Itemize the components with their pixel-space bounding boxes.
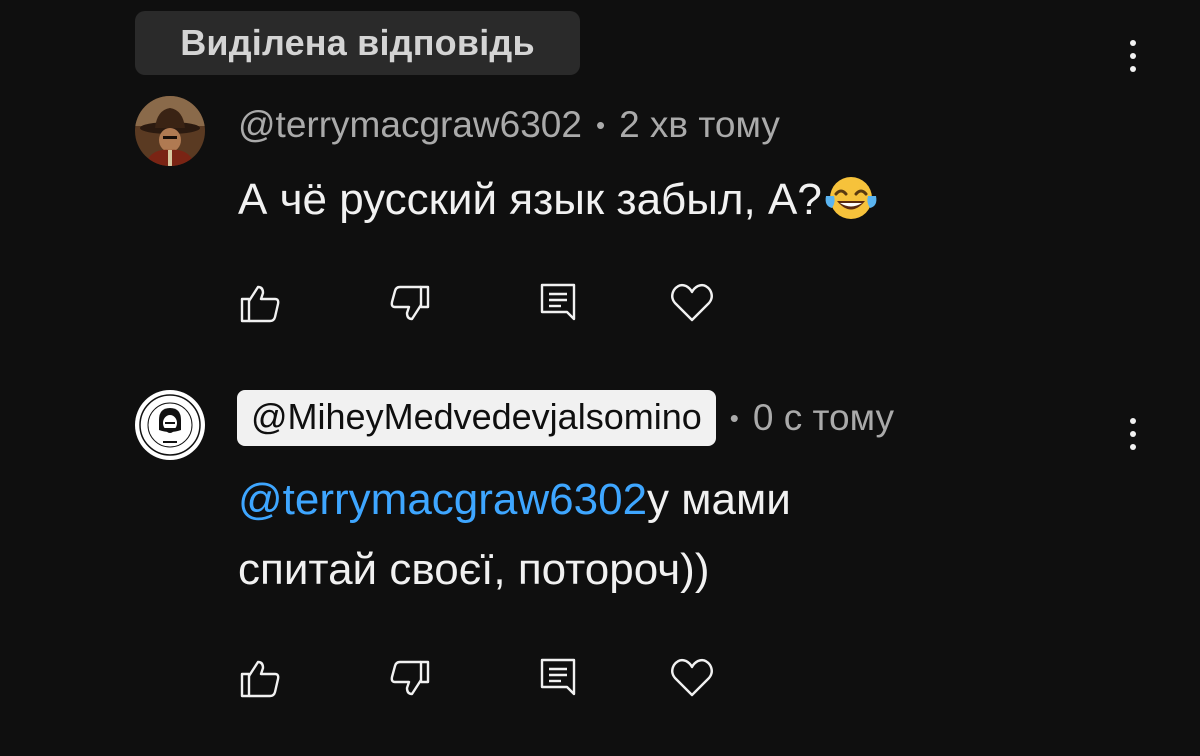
more-options-button[interactable] [1118,34,1148,78]
comment-text: А чё русский язык забыл, А? [238,175,822,224]
heart-button[interactable] [668,654,716,702]
like-button[interactable] [236,654,284,702]
channel-logo-image [136,391,204,459]
dislike-button[interactable] [386,279,434,327]
reply-button[interactable] [536,279,584,327]
reply-button[interactable] [536,654,584,702]
more-vertical-icon [1130,418,1136,424]
comment-timestamp[interactable]: 2 хв тому [619,104,780,146]
comment-actions [236,279,736,329]
separator-dot: • [729,402,739,433]
heart-icon [671,283,713,322]
reply-comment-icon [540,283,576,321]
comment-actions [236,654,736,704]
reply-comment-icon [540,658,576,696]
thumbs-up-icon [240,285,280,323]
more-vertical-icon [1130,40,1136,46]
like-button[interactable] [236,279,284,327]
comment-timestamp[interactable]: 0 с тому [753,397,894,439]
highlighted-reply-label: Виділена відповідь [135,11,580,75]
mention-link[interactable]: @terrymacgraw6302 [238,475,647,524]
separator-dot: • [595,109,606,140]
heart-icon [671,658,713,697]
heart-button[interactable] [668,279,716,327]
comment-author[interactable]: @terrymacgraw6302 [238,104,582,146]
avatar[interactable] [135,96,205,166]
comment-body: А чё русский язык забыл, А? [238,165,880,235]
comment-text: спитай своєї, потороч)) [238,545,710,594]
dislike-button[interactable] [386,654,434,702]
face-with-tears-of-joy-icon [822,172,880,222]
comment-author-owner-badge[interactable]: @MiheyMedvedevjalsomino [237,390,716,446]
comment-body: @terrymacgraw6302у мами спитай своєї, по… [238,465,998,605]
more-options-button[interactable] [1118,412,1148,456]
thumbs-up-icon [240,660,280,698]
comment-text: у мами [647,475,791,524]
cowboy-avatar-image [135,96,205,166]
channel-avatar[interactable] [135,390,205,460]
thumbs-down-icon [390,660,430,696]
thumbs-down-icon [390,285,430,321]
